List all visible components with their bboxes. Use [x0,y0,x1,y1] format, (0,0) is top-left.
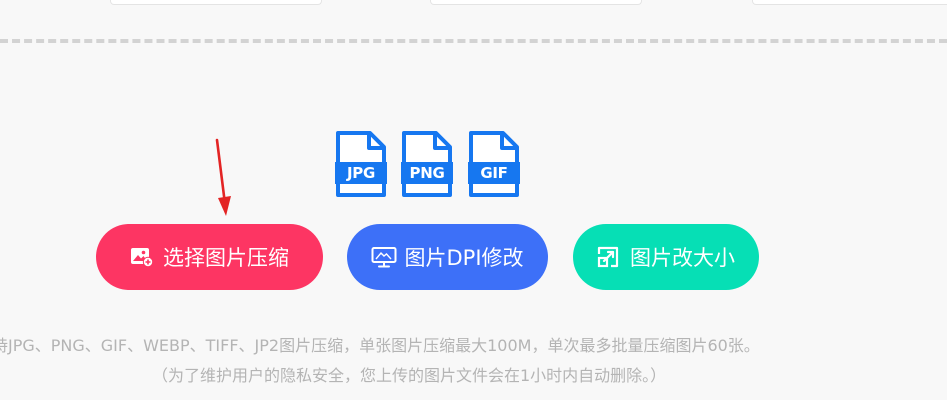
monitor-icon [371,246,397,268]
file-type-label: GIF [480,164,508,182]
image-dpi-modify-button[interactable]: 图片DPI修改 [347,224,548,290]
file-png-icon: PNG [400,131,454,199]
image-add-icon [130,246,154,268]
file-type-icons: JPG PNG GIF [334,131,524,199]
image-dpi-modify-label: 图片DPI修改 [404,246,524,270]
privacy-note: （为了维护用户的隐私安全，您上传的图片文件会在1小时内自动删除。） [152,366,667,385]
file-type-label: PNG [409,164,445,182]
top-panel-right [752,0,947,5]
red-arrow-icon [215,138,231,216]
image-resize-button[interactable]: 图片改大小 [573,224,759,290]
file-gif-icon: GIF [467,131,521,199]
file-jpg-icon: JPG [334,131,388,199]
supported-formats-note: 持JPG、PNG、GIF、WEBP、TIFF、JP2图片压缩，单张图片压缩最大1… [0,336,760,355]
top-panel-middle [430,0,642,5]
image-resize-label: 图片改大小 [630,246,735,270]
file-type-label: JPG [347,164,375,182]
select-image-compress-label: 选择图片压缩 [163,246,289,270]
upload-area-border [0,39,947,43]
select-image-compress-button[interactable]: 选择图片压缩 [96,224,323,290]
resize-icon [597,246,621,268]
top-panel-left [110,0,322,5]
